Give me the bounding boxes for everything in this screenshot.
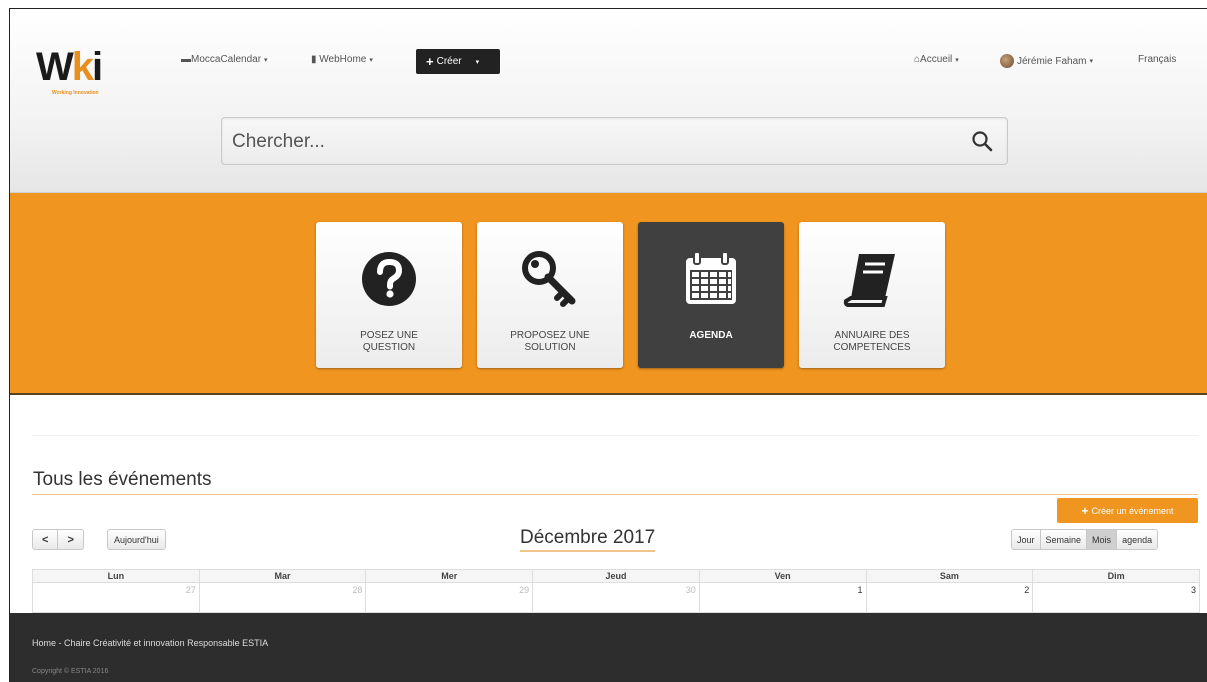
calendar-month-title: Décembre 2017 <box>520 527 656 552</box>
today-group: Aujourd'hui <box>107 529 166 550</box>
calendar-day-cell[interactable]: 1 <box>698 582 867 613</box>
weekday-header: Jeud <box>532 569 700 583</box>
calendar-day-cell[interactable]: 27 <box>32 582 200 613</box>
avatar <box>1000 54 1014 68</box>
key-icon <box>522 251 576 307</box>
today-button[interactable]: Aujourd'hui <box>108 530 165 549</box>
caret-down-icon: ▾ <box>1089 58 1093 65</box>
tile-label: POSEZ UNE QUESTION <box>360 330 418 353</box>
calendar-nav-arrows: < > <box>32 529 84 550</box>
view-mois-button[interactable]: Mois <box>1087 530 1118 549</box>
weekday-header: Sam <box>865 569 1034 583</box>
logo-wordmark: Wki <box>36 45 103 89</box>
footer-links[interactable]: Home - Chaire Créativité et innovation R… <box>32 638 268 648</box>
calendar-grid: Lun Mar Mer Jeud Ven Sam Dim 27 28 29 30… <box>32 569 1200 613</box>
weekday-header-row: Lun Mar Mer Jeud Ven Sam Dim <box>32 569 1200 583</box>
view-semaine-button[interactable]: Semaine <box>1041 530 1088 549</box>
calendar-day-cell[interactable]: 3 <box>1032 582 1200 613</box>
question-icon <box>362 252 416 306</box>
weekday-header: Mer <box>365 569 534 583</box>
footer-copyright: Copyright © ESTIA 2016 <box>32 668 109 675</box>
weekday-header: Dim <box>1032 569 1200 583</box>
calendar-icon <box>686 251 736 304</box>
page-footer: Home - Chaire Créativité et innovation R… <box>10 613 1207 682</box>
nav-webhome[interactable]: ▮ WebHome ▾ <box>311 54 373 65</box>
prev-month-button[interactable]: < <box>33 530 59 549</box>
nav-accueil[interactable]: ⌂Accueil ▾ <box>914 54 959 65</box>
app-frame: Wki Working Innovation ▬MoccaCalendar ▾ ▮… <box>9 8 1207 682</box>
book-icon <box>843 254 895 307</box>
plus-icon: + <box>1081 503 1089 518</box>
calendar-view-switcher: Jour Semaine Mois agenda <box>1011 529 1159 550</box>
calendar-day-cell[interactable]: 2 <box>865 582 1034 613</box>
tile-agenda[interactable]: AGENDA <box>638 222 784 368</box>
plus-icon: + <box>426 54 434 69</box>
logo-subtitle: Working Innovation <box>52 90 99 96</box>
section-title: Tous les événements <box>33 469 212 490</box>
tile-proposez-une-solution[interactable]: PROPOSEZ UNE SOLUTION <box>477 222 623 368</box>
search-input[interactable] <box>232 128 952 156</box>
caret-down-icon: ▾ <box>955 57 959 64</box>
tile-label: AGENDA <box>689 330 733 341</box>
site-logo[interactable]: Wki Working Innovation <box>36 45 146 105</box>
calendar-day-cell[interactable]: 30 <box>532 582 700 613</box>
view-jour-button[interactable]: Jour <box>1012 530 1041 549</box>
tile-posez-une-question[interactable]: POSEZ UNE QUESTION <box>316 222 462 368</box>
top-header: Wki Working Innovation ▬MoccaCalendar ▾ ▮… <box>10 9 1207 193</box>
caret-down-icon: ▾ <box>369 57 373 64</box>
calendar-week-row: 27 28 29 30 1 2 3 <box>32 582 1200 613</box>
feature-band: POSEZ UNEQUESTION PROPOSEZ UNESOLUTION <box>10 193 1207 395</box>
divider <box>32 435 1198 436</box>
tile-label: ANNUAIRE DES COMPETENCES <box>833 330 911 353</box>
weekday-header: Ven <box>698 569 867 583</box>
folder-icon: ▬ <box>181 54 191 65</box>
nav-moccacalendar[interactable]: ▬MoccaCalendar ▾ <box>181 54 268 65</box>
view-agenda-button[interactable]: agenda <box>1117 530 1157 549</box>
tile-label: PROPOSEZ UNE SOLUTION <box>510 330 590 353</box>
create-button[interactable]: + Créer ▾ <box>416 49 500 74</box>
caret-down-icon: ▾ <box>264 57 268 64</box>
weekday-header: Mar <box>198 569 367 583</box>
search-bar <box>221 117 1008 165</box>
caret-down-icon[interactable]: ▾ <box>476 58 480 66</box>
calendar-day-cell[interactable]: 28 <box>198 582 367 613</box>
divider <box>32 494 1198 495</box>
nav-user-menu[interactable]: Jérémie Faham ▾ <box>1000 54 1093 68</box>
next-month-button[interactable]: > <box>58 530 82 549</box>
search-icon[interactable] <box>971 130 993 152</box>
calendar-day-cell[interactable]: 29 <box>365 582 534 613</box>
tile-annuaire-des-competences[interactable]: ANNUAIRE DES COMPETENCES <box>799 222 945 368</box>
create-event-button[interactable]: + Créer un événement <box>1057 498 1198 523</box>
weekday-header: Lun <box>32 569 200 583</box>
nav-language[interactable]: Français <box>1138 54 1176 65</box>
